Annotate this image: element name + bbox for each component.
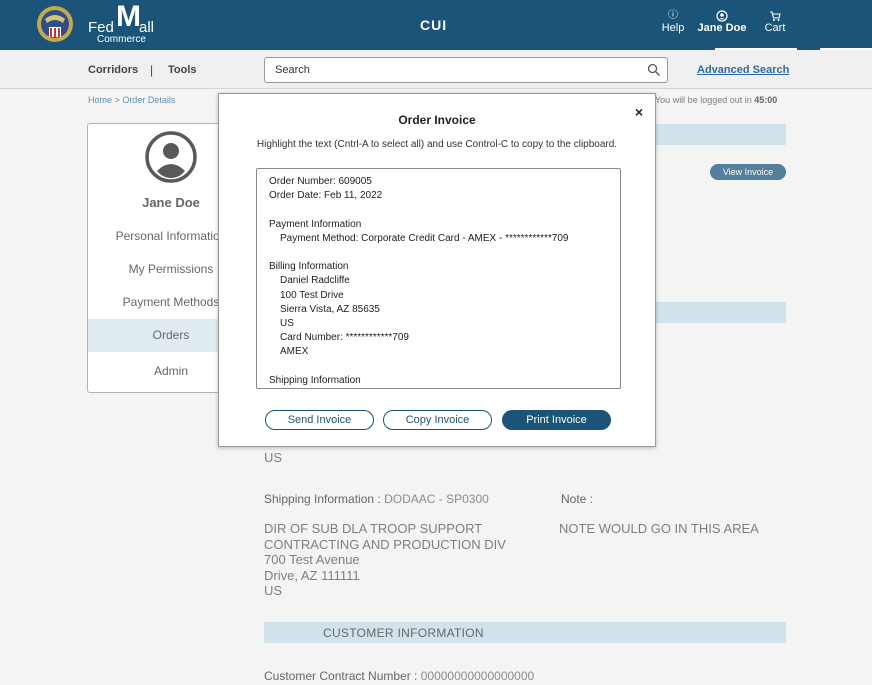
send-invoice-button[interactable]: Send Invoice xyxy=(265,410,374,430)
billing-heading: Billing Information xyxy=(269,261,349,273)
help-label: Help xyxy=(661,22,685,34)
corridors-link[interactable]: Corridors xyxy=(88,64,138,76)
tools-link[interactable]: Tools xyxy=(168,64,197,76)
shipping-heading: Shipping Information xyxy=(269,374,361,386)
cart-icon xyxy=(770,11,781,21)
brand-m: M xyxy=(116,0,141,33)
dialog-instructions: Highlight the text (Cntrl-A to select al… xyxy=(256,139,618,150)
top-header: Fed M all Commerce CUI ⓘ Help Jane Doe C… xyxy=(0,0,872,50)
user-menu[interactable]: Jane Doe xyxy=(694,10,750,34)
fedmall-logo[interactable]: Fed M all Commerce xyxy=(88,0,178,46)
search-box xyxy=(264,57,668,83)
order-number: Order Number: 609005 xyxy=(269,176,372,187)
print-invoice-button[interactable]: Print Invoice xyxy=(502,410,611,430)
cart-label: Cart xyxy=(764,22,786,34)
user-label: Jane Doe xyxy=(697,22,747,34)
payment-heading: Payment Information xyxy=(269,218,362,230)
card-number: Card Number: ************709 xyxy=(280,332,409,344)
user-circle-icon xyxy=(716,10,728,22)
info-icon: ⓘ xyxy=(668,10,678,21)
billing-country: US xyxy=(280,318,294,329)
billing-city: Sierra Vista, AZ 85635 xyxy=(280,303,380,315)
order-invoice-dialog: Order Invoice × Highlight the text (Cntr… xyxy=(218,93,656,447)
copy-invoice-button[interactable]: Copy Invoice xyxy=(383,410,492,430)
close-icon[interactable]: × xyxy=(635,104,643,120)
nav-divider: | xyxy=(150,63,154,77)
dla-seal-icon xyxy=(37,6,73,42)
payment-method: Payment Method: Corporate Credit Card - … xyxy=(280,232,569,244)
cart-link[interactable]: Cart xyxy=(762,10,788,34)
classification-banner: CUI xyxy=(420,17,448,33)
search-icon[interactable] xyxy=(647,63,661,77)
help-link[interactable]: ⓘ Help xyxy=(661,10,685,34)
billing-name: Daniel Radcliffe xyxy=(280,275,350,287)
invoice-text-area[interactable]: Order Number: 609005 Order Date: Feb 11,… xyxy=(256,168,621,389)
card-type: AMEX xyxy=(280,346,309,358)
search-input[interactable] xyxy=(275,62,635,78)
dialog-title: Order Invoice xyxy=(398,113,476,127)
advanced-search-link[interactable]: Advanced Search xyxy=(697,64,789,76)
billing-street: 100 Test Drive xyxy=(280,289,344,301)
order-date: Order Date: Feb 11, 2022 xyxy=(269,190,383,202)
brand-commerce: Commerce xyxy=(97,34,146,45)
